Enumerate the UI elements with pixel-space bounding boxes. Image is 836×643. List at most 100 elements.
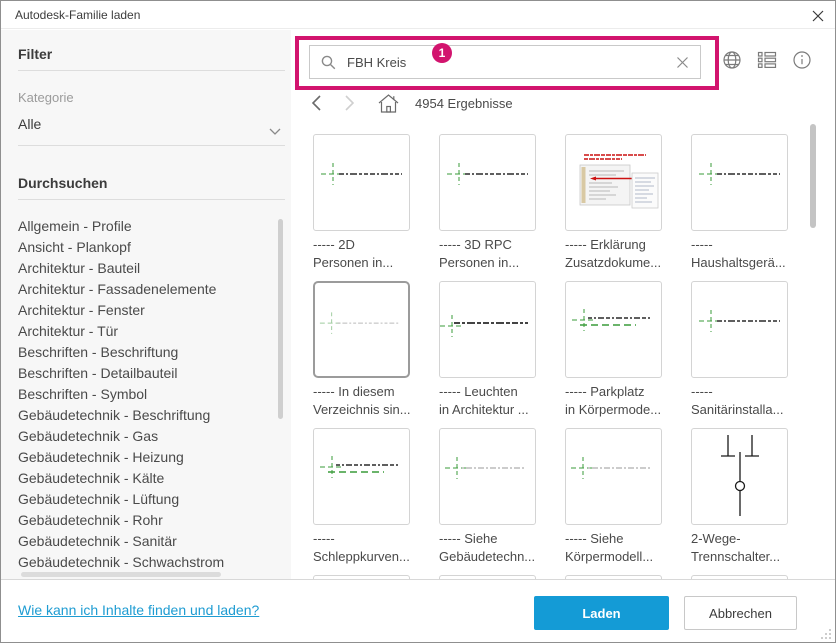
divider xyxy=(18,199,285,200)
family-caption-line: ----- 3D RPC xyxy=(439,237,512,252)
home-icon[interactable] xyxy=(377,92,401,114)
family-caption-line: ----- xyxy=(691,237,713,252)
family-caption: ----- Parkplatz in Körpermode... xyxy=(565,383,677,419)
family-card[interactable]: ----- Haushaltsgerä... xyxy=(691,134,788,272)
family-caption: 2-Wege- Trennschalter... xyxy=(691,530,803,566)
family-card[interactable]: ----- Schleppkurven... xyxy=(313,428,410,566)
sidebar-category-item[interactable]: Beschriften - Detailbauteil xyxy=(18,363,277,384)
callout-badge-1: 1 xyxy=(432,43,452,63)
sidebar-category-item[interactable]: Gebäudetechnik - Kälte xyxy=(18,468,277,489)
sidebar-category-item[interactable]: Gebäudetechnik - Gas xyxy=(18,426,277,447)
family-card[interactable]: ----- Siehe Körpermodell... xyxy=(565,428,662,566)
results-grid-wrap: ----- 2D Personen in... ----- 3D RPC Person… xyxy=(291,121,809,579)
help-link[interactable]: Wie kann ich Inhalte finden und laden? xyxy=(18,602,259,618)
family-thumbnail[interactable] xyxy=(313,281,410,378)
chevron-down-icon xyxy=(269,123,281,139)
kategorie-dropdown[interactable]: Alle xyxy=(18,116,285,140)
family-caption-line: Zusatzdokume... xyxy=(565,255,662,270)
family-caption-line: 2-Wege- xyxy=(691,531,741,546)
cancel-button[interactable]: Abbrechen xyxy=(684,596,797,630)
sidebar-category-item[interactable]: Architektur - Bauteil xyxy=(18,258,277,279)
family-card[interactable]: ----- Leuchten in Architektur ... xyxy=(439,281,536,419)
family-caption-line: Gebäudetechn... xyxy=(439,549,536,564)
family-caption-line: ----- In diesem xyxy=(313,384,395,399)
durchsuchen-heading: Durchsuchen xyxy=(18,175,108,191)
family-thumbnail[interactable] xyxy=(565,281,662,378)
family-caption: ----- 3D RPC Personen in... xyxy=(439,236,551,272)
search-input[interactable] xyxy=(345,53,675,71)
sidebar-category-item[interactable]: Architektur - Fenster xyxy=(18,300,277,321)
family-caption: ----- Schleppkurven... xyxy=(313,530,425,566)
sidebar-category-item[interactable]: Ansicht - Plankopf xyxy=(18,237,277,258)
sidebar-category-item[interactable]: Beschriften - Beschriftung xyxy=(18,342,277,363)
family-thumbnail[interactable] xyxy=(439,428,536,525)
family-thumbnail[interactable] xyxy=(691,134,788,231)
family-card[interactable]: ----- Parkplatz in Körpermode... xyxy=(565,281,662,419)
resize-grip[interactable] xyxy=(820,627,832,639)
family-thumbnail[interactable] xyxy=(691,281,788,378)
family-caption: ----- Erklärung Zusatzdokume... xyxy=(565,236,677,272)
family-caption-line: in Körpermode... xyxy=(565,402,662,417)
family-caption-line: ----- Leuchten xyxy=(439,384,518,399)
navigation-row: 4954 Ergebnisse xyxy=(309,91,513,115)
web-library-globe-icon[interactable] xyxy=(722,50,742,70)
search-box: 1 xyxy=(309,43,701,79)
family-card[interactable]: ----- Sanitärinstalla... xyxy=(691,281,788,419)
sidebar-category-item[interactable]: Allgemein - Profile xyxy=(18,216,277,237)
family-caption: ----- Siehe Körpermodell... xyxy=(565,530,677,566)
search-icon xyxy=(320,54,337,71)
divider xyxy=(18,70,285,71)
family-card[interactable]: ----- In diesem Verzeichnis sin... xyxy=(313,281,411,419)
family-caption-line: ----- Erklärung xyxy=(565,237,646,252)
dialog-titlebar: Autodesk-Familie laden xyxy=(1,1,835,29)
family-card[interactable]: 2-Wege- Trennschalter... xyxy=(691,428,788,566)
family-card[interactable]: ----- Erklärung Zusatzdokume... xyxy=(565,134,662,272)
back-icon[interactable] xyxy=(309,93,327,113)
clear-search-icon[interactable] xyxy=(675,55,690,70)
info-icon[interactable] xyxy=(792,50,812,70)
results-grid: ----- 2D Personen in... ----- 3D RPC Person… xyxy=(291,121,809,579)
sidebar-vertical-scrollbar[interactable] xyxy=(278,219,283,419)
sidebar-category-item[interactable]: Architektur - Fassadenelemente xyxy=(18,279,277,300)
kategorie-label: Kategorie xyxy=(18,90,74,105)
close-icon[interactable] xyxy=(811,9,825,23)
dialog-title: Autodesk-Familie laden xyxy=(15,8,141,22)
sidebar-category-item[interactable]: Gebäudetechnik - Rohr xyxy=(18,510,277,531)
family-thumbnail[interactable] xyxy=(565,134,662,231)
family-card[interactable]: ----- 3D RPC Personen in... xyxy=(439,134,536,272)
family-thumbnail[interactable] xyxy=(691,428,788,525)
sidebar-category-item[interactable]: Gebäudetechnik - Heizung xyxy=(18,447,277,468)
category-list: Allgemein - Profile Ansicht - Plankopf Arc… xyxy=(18,216,277,571)
filter-heading: Filter xyxy=(18,46,53,62)
family-thumbnail[interactable] xyxy=(313,134,410,231)
grid-vertical-scrollbar[interactable] xyxy=(810,124,816,228)
list-view-icon[interactable] xyxy=(757,50,777,70)
sidebar-category-item[interactable]: Gebäudetechnik - Schwachstrom xyxy=(18,552,277,571)
family-caption-line: Trennschalter... xyxy=(691,549,781,564)
family-thumbnail[interactable] xyxy=(439,134,536,231)
family-caption: ----- Leuchten in Architektur ... xyxy=(439,383,551,419)
forward-icon[interactable] xyxy=(343,93,361,113)
sidebar-category-item[interactable]: Beschriften - Symbol xyxy=(18,384,277,405)
family-caption: ----- 2D Personen in... xyxy=(313,236,425,272)
sidebar-category-item[interactable]: Architektur - Tür xyxy=(18,321,277,342)
family-thumbnail[interactable] xyxy=(313,428,410,525)
family-caption: ----- Sanitärinstalla... xyxy=(691,383,803,419)
family-caption-line: ----- 2D xyxy=(313,237,355,252)
family-caption-line: ----- Siehe xyxy=(439,531,498,546)
family-caption: ----- Haushaltsgerä... xyxy=(691,236,803,272)
sidebar-horizontal-scrollbar[interactable] xyxy=(21,572,221,577)
family-card[interactable]: ----- Siehe Gebäudetechn... xyxy=(439,428,536,566)
family-thumbnail[interactable] xyxy=(565,428,662,525)
sidebar-category-item[interactable]: Gebäudetechnik - Lüftung xyxy=(18,489,277,510)
results-count: 4954 Ergebnisse xyxy=(415,95,513,111)
sidebar-category-item[interactable]: Gebäudetechnik - Beschriftung xyxy=(18,405,277,426)
sidebar-category-item[interactable]: Gebäudetechnik - Sanitär xyxy=(18,531,277,552)
family-card[interactable]: ----- 2D Personen in... xyxy=(313,134,410,272)
family-caption: ----- In diesem Verzeichnis sin... xyxy=(313,383,425,419)
family-caption-line: Verzeichnis sin... xyxy=(313,402,411,417)
load-button[interactable]: Laden xyxy=(534,596,669,630)
family-thumbnail[interactable] xyxy=(439,281,536,378)
family-caption-line: ----- Siehe xyxy=(565,531,624,546)
main-panel: 1 xyxy=(291,29,835,579)
